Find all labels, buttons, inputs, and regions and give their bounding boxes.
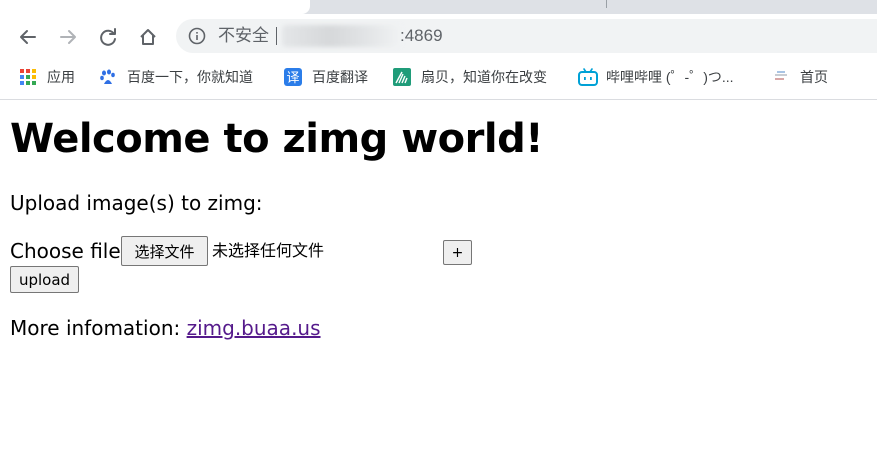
baidu-translate-icon: 译 [284, 68, 302, 86]
browser-toolbar: 不安全 :4869 [0, 14, 877, 60]
no-file-selected-text: 未选择任何文件 [212, 241, 325, 260]
more-info-line: More infomation: zimg.buaa.us [10, 316, 321, 340]
address-port: :4869 [400, 26, 443, 45]
home-icon [140, 29, 156, 45]
bookmark-label: 百度翻译 [312, 69, 368, 85]
bookmark-bilibili[interactable]: 哔哩哔哩 (゜-゜)つ... [578, 66, 734, 88]
reload-button[interactable] [93, 22, 123, 52]
tab-separator [606, 0, 607, 8]
bookmark-apps[interactable]: 应用 [19, 66, 75, 88]
add-file-button[interactable]: + [443, 240, 472, 265]
bookmark-baidu[interactable]: 百度一下，你就知道 [99, 66, 253, 88]
address-separator [276, 27, 277, 45]
reload-icon [100, 28, 116, 46]
back-button[interactable] [13, 22, 43, 52]
page-title: Welcome to zimg world! [10, 116, 543, 162]
bookmark-label: 哔哩哔哩 (゜-゜)つ... [606, 69, 734, 85]
bookmark-label: 首页 [800, 69, 828, 85]
choose-file-label: Choose file: [10, 239, 128, 263]
bookmark-baidu-translate[interactable]: 译 百度翻译 [284, 66, 368, 88]
browser-chrome: 不安全 :4869 应用 百度一下，你就知道 译 百度翻译 扇贝，知道你在改变 … [0, 0, 877, 100]
choose-file-button[interactable]: 选择文件 [121, 236, 208, 266]
shanbay-icon [393, 68, 411, 86]
homepage-favicon-icon [772, 68, 790, 86]
baidu-paw-icon [99, 68, 117, 86]
active-tab[interactable] [0, 0, 310, 14]
svg-text:译: 译 [286, 71, 299, 86]
zimg-link[interactable]: zimg.buaa.us [187, 316, 321, 340]
bookmark-shanbay[interactable]: 扇贝，知道你在改变 [393, 66, 547, 88]
bookmarks-bar: 应用 百度一下，你就知道 译 百度翻译 扇贝，知道你在改变 哔哩哔哩 (゜-゜)… [0, 60, 877, 96]
page-content: Welcome to zimg world! Upload image(s) t… [0, 100, 877, 450]
arrow-left-icon [20, 30, 36, 44]
address-bar[interactable]: 不安全 :4869 [176, 19, 877, 53]
home-button[interactable] [133, 22, 163, 52]
tab-strip [0, 0, 877, 14]
bookmark-homepage[interactable]: 首页 [772, 66, 828, 88]
apps-grid-icon [19, 68, 37, 86]
arrow-right-icon [60, 30, 76, 44]
upload-button[interactable]: upload [10, 266, 79, 293]
info-icon[interactable] [188, 27, 206, 45]
forward-button[interactable] [53, 22, 83, 52]
bookmark-label: 应用 [47, 69, 75, 85]
bookmark-label: 百度一下，你就知道 [127, 69, 253, 85]
more-info-label: More infomation: [10, 316, 181, 340]
not-secure-label: 不安全 [218, 26, 269, 45]
redacted-address [282, 25, 402, 47]
bookmark-label: 扇贝，知道你在改变 [421, 69, 547, 85]
upload-prompt: Upload image(s) to zimg: [10, 191, 263, 215]
inactive-tab[interactable] [312, 0, 877, 14]
bilibili-tv-icon [578, 68, 598, 86]
